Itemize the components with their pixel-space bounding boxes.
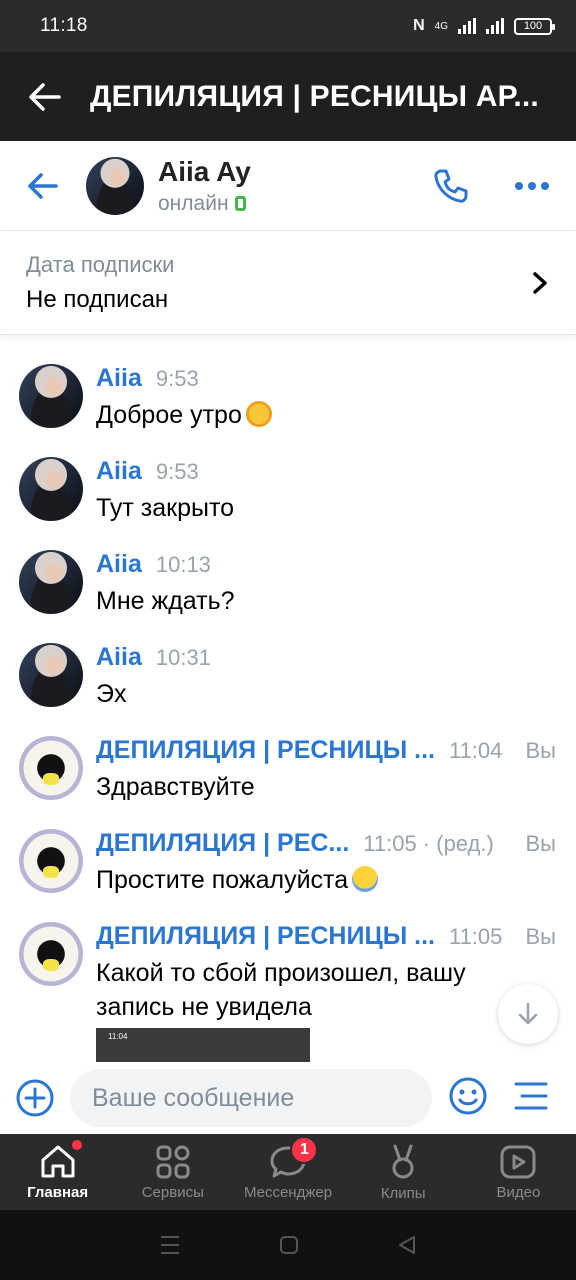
nav-label: Мессенджер — [243, 1183, 333, 1201]
signal-icon-2 — [486, 18, 504, 34]
sender-name[interactable]: ДЕПИЛЯЦИЯ | РЕСНИЦЫ ... — [96, 736, 435, 765]
bot-menu-button[interactable] — [514, 1081, 548, 1116]
own-label: Вы — [525, 924, 557, 949]
message-text: Тут закрыто — [96, 494, 235, 522]
status-time: 11:18 — [40, 15, 88, 36]
sender-avatar[interactable] — [19, 550, 83, 614]
notification-dot — [72, 1140, 82, 1150]
own-label: Вы — [525, 831, 557, 856]
attach-button[interactable] — [0, 1078, 70, 1118]
recents-icon[interactable] — [159, 1235, 181, 1255]
contact-status: онлайн — [158, 192, 432, 216]
sender-avatar[interactable] — [19, 364, 83, 428]
chat-header: Aiia Ay онлайн — [0, 141, 576, 231]
contact-avatar[interactable] — [86, 156, 144, 215]
nav-messenger[interactable]: 1 Мессенджер — [230, 1134, 345, 1210]
sender-name[interactable]: Aiia — [96, 457, 142, 486]
sender-name[interactable]: ДЕПИЛЯЦИЯ | РЕС... — [96, 829, 349, 858]
nav-services[interactable]: Сервисы — [115, 1134, 230, 1210]
arrow-down-icon — [518, 1002, 538, 1025]
message-text: Здравствуйте — [96, 773, 255, 801]
plus-circle-icon — [16, 1079, 54, 1117]
subscription-label: Дата подписки — [26, 251, 175, 277]
nav-label: Сервисы — [141, 1183, 204, 1201]
sender-avatar[interactable] — [19, 643, 83, 707]
emoji-button[interactable] — [448, 1076, 488, 1121]
scream-emoji-icon — [352, 866, 379, 892]
system-nav-bar — [0, 1210, 576, 1280]
message-text: Какой то сбой произошел, вашу запись не … — [96, 959, 466, 1021]
message-text: Эх — [96, 680, 127, 708]
back-arrow-icon — [28, 172, 58, 199]
clips-icon — [392, 1144, 414, 1178]
nav-label: Видео — [496, 1183, 541, 1201]
nav-label: Главная — [27, 1183, 89, 1201]
signal-icon — [458, 18, 476, 34]
message-time: 9:53 — [155, 366, 199, 391]
message-text: Простите пожалуйста — [96, 863, 506, 897]
message-text: Мне ждать? — [96, 587, 235, 615]
message-time: 9:53 — [155, 459, 199, 484]
phone-icon[interactable] — [432, 167, 470, 205]
composer — [0, 1062, 576, 1134]
video-icon — [500, 1145, 536, 1178]
message-time: 11:05 — [448, 924, 503, 949]
menu-lines-icon — [514, 1082, 548, 1109]
chat-back-button[interactable] — [0, 172, 86, 200]
smile-icon — [449, 1077, 487, 1114]
nav-label: Клипы — [380, 1184, 426, 1202]
attachment-preview[interactable]: 11:04 — [96, 1028, 310, 1062]
services-icon — [156, 1145, 190, 1178]
status-icons: N 4G 100 — [413, 17, 555, 35]
nav-video[interactable]: Видео — [461, 1134, 576, 1210]
sender-name[interactable]: Aiia — [96, 364, 142, 393]
contact-name: Aiia Ay — [158, 155, 251, 187]
subscription-value: Не подписан — [26, 285, 169, 313]
message-time: 10:13 — [155, 552, 211, 577]
nav-home[interactable]: Главная — [0, 1134, 115, 1210]
group-back-button[interactable] — [0, 82, 90, 112]
subscription-panel[interactable]: Дата подписки Не подписан — [0, 231, 576, 335]
sender-name[interactable]: ДЕПИЛЯЦИЯ | РЕСНИЦЫ ... — [96, 922, 435, 951]
message-list[interactable]: Aiia 9:53 Доброе утро Aiia 9:53 Тут закрыт… — [0, 336, 576, 1062]
home-button-icon[interactable] — [279, 1235, 299, 1255]
message-time: 11:04 — [448, 738, 503, 763]
sender-avatar[interactable] — [19, 829, 83, 893]
sender-name[interactable]: Aiia — [96, 550, 142, 579]
status-bar: 11:18 N 4G 100 — [0, 0, 576, 52]
message-input[interactable] — [70, 1069, 432, 1127]
sender-avatar[interactable] — [19, 457, 83, 521]
more-icon[interactable] — [514, 181, 550, 191]
nav-clips[interactable]: Клипы — [346, 1134, 461, 1210]
nfc-icon: N — [413, 17, 425, 34]
contact-info[interactable]: Aiia Ay онлайн — [158, 156, 432, 216]
network-type-label: 4G — [434, 20, 448, 32]
unread-badge: 1 — [290, 1136, 319, 1164]
status-text: онлайн — [158, 191, 229, 215]
sun-emoji-icon — [245, 401, 272, 427]
preview-time: 11:04 — [108, 1032, 128, 1041]
scroll-down-button[interactable] — [498, 984, 558, 1044]
message-time: 11:05 · (ред.) — [363, 831, 494, 856]
bottom-nav: Главная Сервисы 1 Мессенджер Клипы Видео — [0, 1134, 576, 1210]
sender-name[interactable]: Aiia — [96, 643, 142, 672]
sender-avatar[interactable] — [19, 922, 83, 986]
battery-icon: 100 — [514, 17, 555, 35]
online-mobile-icon — [234, 196, 246, 211]
group-title: ДЕПИЛЯЦИЯ | РЕСНИЦЫ АР... — [90, 79, 539, 113]
back-arrow-icon — [29, 82, 61, 111]
home-icon — [41, 1145, 75, 1177]
own-label: Вы — [525, 738, 557, 763]
chevron-right-icon — [533, 271, 547, 294]
sender-avatar[interactable] — [19, 736, 83, 800]
message-time: 10:31 — [155, 645, 211, 670]
back-button-icon[interactable] — [397, 1235, 417, 1255]
group-header: ДЕПИЛЯЦИЯ | РЕСНИЦЫ АР... — [0, 52, 576, 141]
message-text: Доброе утро — [96, 398, 506, 432]
